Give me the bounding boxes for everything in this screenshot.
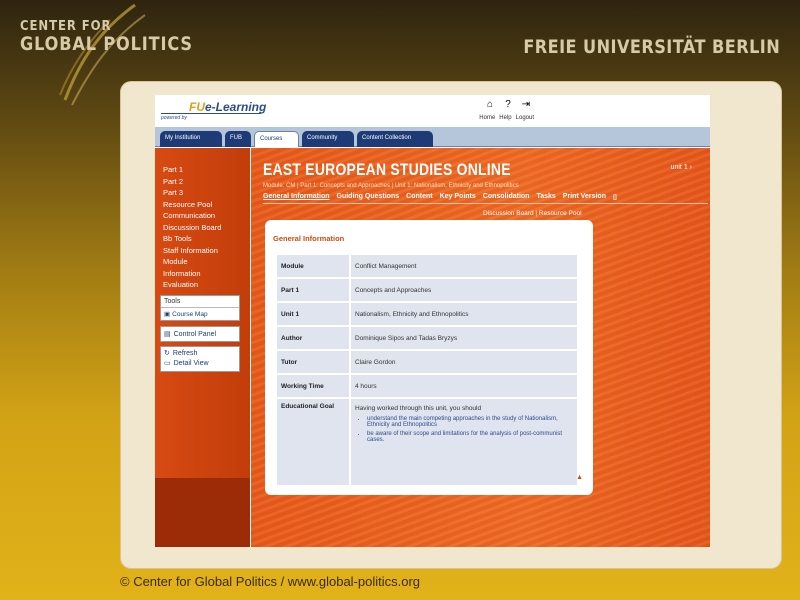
refresh-button[interactable]: ↻ Refresh <box>164 349 236 359</box>
tab-courses[interactable]: Courses <box>254 131 299 147</box>
row-key: Author <box>277 327 349 349</box>
subnav-print-version[interactable]: Print Version <box>563 193 606 201</box>
menu-evaluation[interactable]: Evaluation <box>163 279 250 291</box>
course-menu: Part 1 Part 2 Part 3 Resource Pool Commu… <box>155 148 250 291</box>
table-row: Author Dominique Sipos and Tadas Bryzys <box>277 327 577 349</box>
goal-cell: Having worked through this unit, you sho… <box>351 399 577 485</box>
brand-line-1: CENTER FOR <box>20 19 112 34</box>
detail-view-label: Detail View <box>173 360 209 367</box>
unit-subnav: General Information Guiding Questions Co… <box>263 193 617 201</box>
row-value: 4 hours <box>351 375 577 397</box>
row-value: Nationalism, Ethnicity and Ethnopolitics <box>351 303 577 325</box>
refresh-label: Refresh <box>172 350 198 357</box>
logo-underline <box>161 113 261 114</box>
tools-box: Tools ▣ Course Map <box>160 295 240 321</box>
table-row: Working Time 4 hours <box>277 375 577 397</box>
powered-by: powered by <box>161 115 187 121</box>
page-title: EAST EUROPEAN STUDIES ONLINE <box>263 160 511 179</box>
help-icon[interactable]: ? <box>502 99 514 111</box>
subnav-divider <box>263 203 708 204</box>
detail-view-icon: ▭ <box>164 360 171 367</box>
general-information-card: General Information Module Conflict Manag… <box>265 220 593 495</box>
logout-link[interactable]: Logout <box>516 115 534 121</box>
course-sidebar: Part 1 Part 2 Part 3 Resource Pool Commu… <box>155 148 250 547</box>
portal-header: FUe-Learning powered by ⌂ ? ⇥ Home Help … <box>155 95 710 127</box>
menu-module[interactable]: Module <box>163 256 250 268</box>
logout-icon[interactable]: ⇥ <box>520 99 532 111</box>
menu-part-3[interactable]: Part 3 <box>163 187 250 199</box>
control-panel-label: Control Panel <box>173 330 217 338</box>
sidebar-footer-shade <box>155 478 250 547</box>
tab-my-institution[interactable]: My Institution <box>160 131 222 147</box>
subnav-key-points[interactable]: Key Points <box>440 193 476 201</box>
home-link[interactable]: Home <box>479 115 495 121</box>
print-icon[interactable]: ▯ <box>613 193 617 201</box>
table-row: Unit 1 Nationalism, Ethnicity and Ethnopo… <box>277 303 577 325</box>
row-key: Educational Goal <box>277 399 349 485</box>
tab-fub[interactable]: FUB <box>225 131 251 147</box>
table-row: Module Conflict Management <box>277 255 577 277</box>
breadcrumb: Module: CM | Part 1: Concepts and Approa… <box>263 183 519 189</box>
control-panel-icon: ▤ <box>164 331 171 338</box>
row-value: Concepts and Approaches <box>351 279 577 301</box>
main-tabs: My Institution FUB Courses Community Con… <box>155 127 710 147</box>
row-value: Dominique Sipos and Tadas Bryzys <box>351 327 577 349</box>
next-unit-link[interactable]: unit 1 › <box>671 164 692 171</box>
row-key: Module <box>277 255 349 277</box>
refresh-icon: ↻ <box>164 350 170 357</box>
row-key: Working Time <box>277 375 349 397</box>
goal-intro: Having worked through this unit, you sho… <box>355 405 482 412</box>
subnav-consolidation[interactable]: Consolidation <box>483 193 530 201</box>
card-title: General Information <box>273 234 345 243</box>
menu-staff-information[interactable]: Staff Information <box>163 245 250 257</box>
detail-view-button[interactable]: ▭ Detail View <box>164 359 236 369</box>
table-row: Tutor Claire Gordon <box>277 351 577 373</box>
subnav-tasks[interactable]: Tasks <box>536 193 555 201</box>
logo-suffix: e-Learning <box>205 100 267 114</box>
logo-prefix: FU <box>189 100 205 114</box>
center-for-global-politics-logo: CENTER FOR GLOBAL POLITICS <box>20 20 223 54</box>
menu-information[interactable]: Information <box>163 268 250 280</box>
brand-line-2: GLOBAL POLITICS <box>20 33 193 55</box>
tab-community[interactable]: Community <box>302 131 354 147</box>
course-map-link[interactable]: ▣ Course Map <box>161 308 239 320</box>
course-map-label: Course Map <box>172 310 208 318</box>
help-link[interactable]: Help <box>499 115 511 121</box>
tools-title: Tools <box>161 296 239 308</box>
fu-berlin-brand: FREIE UNIVERSITÄT BERLIN <box>523 36 780 58</box>
screenshot-window: FUe-Learning powered by ⌂ ? ⇥ Home Help … <box>155 95 710 547</box>
subnav-guiding-questions[interactable]: Guiding Questions <box>337 193 400 201</box>
view-options-box: ↻ Refresh ▭ Detail View <box>160 346 240 372</box>
row-value: Claire Gordon <box>351 351 577 373</box>
row-value: Conflict Management <box>351 255 577 277</box>
info-table: Module Conflict Management Part 1 Concepts… <box>275 253 579 487</box>
footer-credit: © Center for Global Politics / www.globa… <box>120 574 421 589</box>
course-content: EAST EUROPEAN STUDIES ONLINE unit 1 › Mo… <box>251 148 710 547</box>
secondary-links[interactable]: Discussion Board | Resource Pool <box>483 210 582 217</box>
menu-bb-tools[interactable]: Bb Tools <box>163 233 250 245</box>
list-item: be aware of their scope and limitations … <box>367 431 573 443</box>
back-to-top-icon[interactable]: ▲ <box>576 474 583 481</box>
menu-resource-pool[interactable]: Resource Pool <box>163 199 250 211</box>
table-row-goal: Educational Goal Having worked through t… <box>277 399 577 485</box>
table-row: Part 1 Concepts and Approaches <box>277 279 577 301</box>
control-panel-button[interactable]: ▤ Control Panel <box>160 326 240 342</box>
goal-list: understand the main competing approaches… <box>367 416 573 443</box>
tab-content-collection[interactable]: Content Collection <box>357 131 433 147</box>
row-key: Tutor <box>277 351 349 373</box>
fue-learning-logo[interactable]: FUe-Learning <box>189 100 266 114</box>
menu-communication[interactable]: Communication <box>163 210 250 222</box>
subnav-content[interactable]: Content <box>406 193 432 201</box>
subnav-general-information[interactable]: General Information <box>263 193 330 201</box>
utility-links: Home Help Logout <box>479 115 534 121</box>
menu-part-1[interactable]: Part 1 <box>163 164 250 176</box>
home-icon[interactable]: ⌂ <box>484 99 496 111</box>
row-key: Unit 1 <box>277 303 349 325</box>
row-key: Part 1 <box>277 279 349 301</box>
map-icon: ▣ <box>164 311 171 318</box>
utility-icons: ⌂ ? ⇥ <box>484 99 532 111</box>
menu-part-2[interactable]: Part 2 <box>163 176 250 188</box>
menu-discussion-board[interactable]: Discussion Board <box>163 222 250 234</box>
list-item: understand the main competing approaches… <box>367 416 573 428</box>
